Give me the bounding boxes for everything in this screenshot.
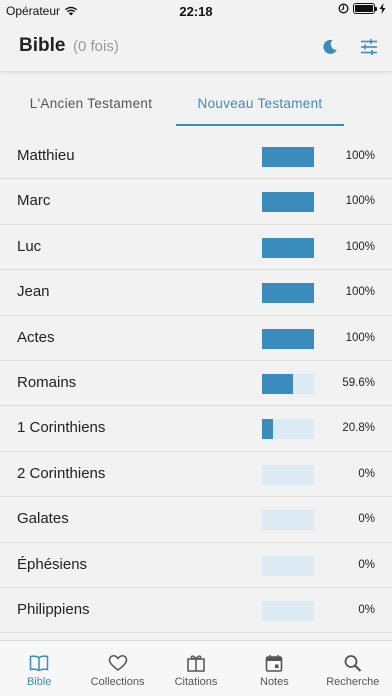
book-list: Matthieu 100% Marc 100% Luc 100% Jean 100% Actes… <box>0 134 392 634</box>
bottom-tab-bar: Bible Collections Citations Notes Recher… <box>0 640 392 696</box>
progress-bar-fill <box>262 419 273 440</box>
tabbar-item-citations[interactable]: Citations <box>157 641 235 696</box>
tabbar-label: Collections <box>90 676 145 688</box>
tabbar-item-recherche[interactable]: Recherche <box>314 641 392 696</box>
progress-bar <box>262 419 314 440</box>
status-bar: Opérateur 22:18 <box>0 0 392 22</box>
progress-percent: 100% <box>345 195 375 208</box>
calendar-icon <box>266 655 283 672</box>
progress-percent: 100% <box>345 150 375 162</box>
progress-bar-fill <box>262 192 314 213</box>
progress-percent: 100% <box>345 240 375 253</box>
book-row[interactable]: Galates 0% <box>0 497 392 543</box>
progress-percent: 0% <box>358 603 375 616</box>
book-row[interactable]: 2 Corinthiens 0% <box>0 452 392 498</box>
progress-bar <box>262 373 314 394</box>
book-row[interactable]: 1 Corinthiens 20.8% <box>0 406 392 452</box>
book-name: Marc <box>17 192 51 210</box>
nav-header: Bible (0 fois) <box>0 22 392 72</box>
book-name: Actes <box>17 328 55 346</box>
progress-percent: 59.6% <box>342 376 375 389</box>
alarm-icon <box>338 3 349 14</box>
tabbar-label: Notes <box>260 676 289 688</box>
book-row[interactable]: Marc 100% <box>0 179 392 225</box>
tabbar-label: Citations <box>174 676 218 688</box>
progress-bar <box>262 600 314 621</box>
progress-bar-fill <box>262 373 293 394</box>
gift-icon <box>187 655 205 672</box>
book-name: Luc <box>17 237 42 255</box>
progress-percent: 100% <box>345 286 375 299</box>
status-time: 22:18 <box>179 4 213 19</box>
battery-icon <box>353 3 377 14</box>
book-row[interactable]: Éphésiens 0% <box>0 543 392 588</box>
book-row[interactable]: Jean 100% <box>0 270 392 316</box>
book-row[interactable]: Actes 100% <box>0 316 392 361</box>
tab-new-testament[interactable]: Nouveau Testament <box>176 80 344 126</box>
page-title: Bible <box>19 35 66 56</box>
book-name: Romains <box>17 373 77 391</box>
tabbar-label: Recherche <box>326 676 380 688</box>
tab-old-testament[interactable]: L'Ancien Testament <box>10 80 172 126</box>
progress-percent: 0% <box>358 467 375 480</box>
progress-bar <box>262 328 314 349</box>
moon-icon <box>323 39 337 54</box>
progress-bar-fill <box>262 147 314 167</box>
tabbar-item-bible[interactable]: Bible <box>0 641 78 696</box>
tabbar-item-notes[interactable]: Notes <box>235 641 313 696</box>
book-name: Philippiens <box>17 600 90 618</box>
charging-icon <box>379 3 386 14</box>
progress-bar <box>262 555 314 576</box>
book-row[interactable]: Philippiens 0% <box>0 588 392 634</box>
progress-bar-fill <box>262 328 314 349</box>
book-name: Galates <box>17 510 69 528</box>
progress-bar <box>262 147 314 167</box>
progress-percent: 100% <box>345 331 375 344</box>
book-row[interactable]: Matthieu 100% <box>0 134 392 180</box>
book-name: Jean <box>17 283 50 301</box>
progress-bar <box>262 510 314 531</box>
progress-bar <box>262 192 314 213</box>
progress-bar <box>262 283 314 304</box>
book-row[interactable]: Luc 100% <box>0 225 392 271</box>
status-right <box>338 3 386 14</box>
book-name: Éphésiens <box>17 555 88 573</box>
book-icon <box>29 655 49 672</box>
active-tab-indicator <box>176 124 344 126</box>
progress-percent: 0% <box>358 558 375 571</box>
heart-icon <box>108 655 127 671</box>
sliders-icon <box>361 39 377 55</box>
night-mode-button[interactable] <box>319 36 341 58</box>
progress-bar <box>262 237 314 258</box>
book-name: 1 Corinthiens <box>17 419 106 437</box>
progress-bar-fill <box>262 237 314 258</box>
progress-percent: 0% <box>358 513 375 526</box>
book-row[interactable]: Romains 59.6% <box>0 361 392 407</box>
book-name: 2 Corinthiens <box>17 464 106 482</box>
testament-tabs: L'Ancien Testament Nouveau Testament <box>0 80 392 128</box>
tabbar-item-collections[interactable]: Collections <box>78 641 156 696</box>
progress-bar <box>262 464 314 485</box>
search-icon <box>344 655 362 672</box>
read-count: (0 fois) <box>73 38 119 55</box>
filter-button[interactable] <box>358 36 380 58</box>
progress-percent: 20.8% <box>342 422 375 435</box>
tabbar-label: Bible <box>26 676 52 688</box>
progress-bar-fill <box>262 283 314 304</box>
book-name: Matthieu <box>17 147 75 164</box>
